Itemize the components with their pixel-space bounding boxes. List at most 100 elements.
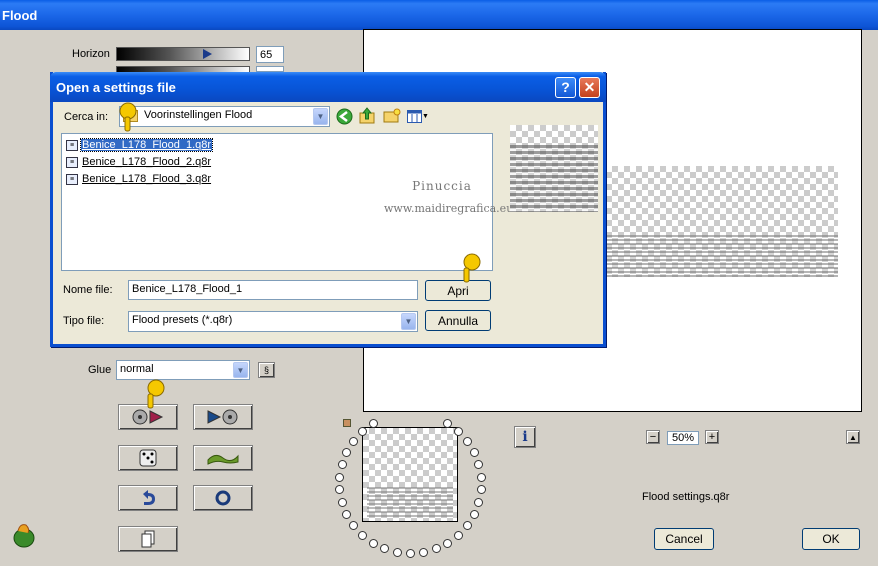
up-folder-icon[interactable]	[359, 107, 376, 125]
light-direction-dot[interactable]	[477, 485, 486, 494]
light-direction-dot[interactable]	[369, 419, 378, 428]
light-direction-dot[interactable]	[358, 427, 367, 436]
save-preset-button[interactable]	[193, 404, 253, 430]
look-in-value: Voorinstellingen Flood	[144, 109, 253, 121]
info-icon: i	[522, 429, 528, 445]
glue-select[interactable]: normal ▼	[116, 360, 250, 380]
zoom-out-button[interactable]: −	[646, 430, 660, 444]
flaming-pear-logo-icon	[13, 524, 35, 548]
chevron-down-icon[interactable]: ▼	[233, 362, 248, 378]
look-in-select[interactable]: Voorinstellingen Flood ▼	[119, 106, 330, 127]
file-item[interactable]: ≡ Benice_L178_Flood_3.q8r	[66, 172, 212, 186]
filename-label: Nome file:	[63, 284, 113, 296]
chevron-down-icon[interactable]: ▼	[401, 313, 416, 330]
zoom-in-button[interactable]: +	[705, 430, 719, 444]
light-direction-dot[interactable]	[369, 539, 378, 548]
glue-select-value: normal	[120, 363, 154, 375]
ok-button[interactable]: OK	[802, 528, 860, 550]
file-preview-thumbnail	[510, 125, 598, 212]
question-icon: ?	[561, 79, 570, 95]
file-list[interactable]: ≡ Benice_L178_Flood_1.q8r ≡ Benice_L178_…	[61, 133, 514, 271]
file-item[interactable]: ≡ Benice_L178_Flood_1.q8r	[66, 138, 214, 152]
light-direction-dot[interactable]	[349, 521, 358, 530]
new-folder-icon[interactable]	[383, 108, 401, 124]
back-icon[interactable]	[336, 108, 353, 125]
settings-file-label: Flood settings.q8r	[642, 491, 730, 503]
light-direction-dot[interactable]	[474, 460, 483, 469]
caret-down-icon: ▼	[422, 112, 429, 120]
filetype-value: Flood presets (*.q8r)	[132, 314, 233, 326]
undo-button[interactable]	[118, 485, 178, 511]
zoom-level: 50%	[667, 431, 699, 445]
watermark-url: www.maidiregrafica.eu	[384, 202, 514, 215]
dialog-titlebar: Open a settings file ? ✕	[50, 72, 606, 102]
caret-up-icon: ▲	[849, 432, 857, 442]
randomize-button[interactable]	[118, 445, 178, 471]
light-direction-dot[interactable]	[419, 548, 428, 557]
light-direction-dot[interactable]	[342, 510, 351, 519]
light-direction-dot[interactable]	[380, 544, 389, 553]
horizon-slider-thumb[interactable]	[203, 49, 212, 59]
file-icon: ≡	[66, 139, 78, 151]
light-direction-dot[interactable]	[335, 473, 344, 482]
info-button[interactable]: i	[514, 426, 536, 448]
help-button[interactable]: ?	[555, 77, 576, 98]
file-name: Benice_L178_Flood_2.q8r	[82, 156, 212, 168]
dialog-cancel-button[interactable]: Annulla	[425, 310, 491, 331]
filename-input[interactable]: Benice_L178_Flood_1	[128, 280, 418, 300]
nav-corner-handle[interactable]	[343, 419, 351, 427]
navigator-preview[interactable]	[362, 427, 458, 522]
pointing-hand-icon	[463, 253, 481, 283]
file-icon: ≡	[66, 156, 78, 168]
minus-icon: −	[649, 431, 657, 443]
thumbnail-flood	[510, 145, 598, 212]
file-item[interactable]: ≡ Benice_L178_Flood_2.q8r	[66, 155, 212, 169]
light-direction-dot[interactable]	[477, 473, 486, 482]
cancel-button[interactable]: Cancel	[654, 528, 714, 550]
horizon-slider[interactable]	[116, 47, 250, 61]
light-direction-dot[interactable]	[349, 437, 358, 446]
close-icon: ✕	[583, 79, 596, 95]
preview-flood-reflection	[606, 235, 838, 277]
pointing-hand-icon	[147, 379, 165, 409]
light-direction-dot[interactable]	[470, 510, 479, 519]
filetype-select[interactable]: Flood presets (*.q8r) ▼	[128, 311, 418, 332]
light-direction-dot[interactable]	[338, 460, 347, 469]
undo-icon	[143, 490, 155, 505]
chevron-down-icon[interactable]: ▼	[313, 108, 328, 125]
light-direction-dot[interactable]	[463, 521, 472, 530]
light-direction-dot[interactable]	[342, 448, 351, 457]
ring-icon	[215, 490, 231, 506]
watermark-name: Pinuccia	[412, 179, 472, 193]
wave-icon	[207, 454, 239, 465]
pointing-hand-icon	[119, 102, 137, 132]
file-name: Benice_L178_Flood_1.q8r	[79, 138, 214, 152]
light-direction-dot[interactable]	[338, 498, 347, 507]
light-direction-dot[interactable]	[443, 419, 452, 428]
expand-button[interactable]: ▲	[846, 430, 860, 444]
light-direction-dot[interactable]	[358, 531, 367, 540]
glue-label: Glue	[88, 364, 112, 376]
light-direction-dot[interactable]	[335, 485, 344, 494]
light-direction-dot[interactable]	[393, 548, 402, 557]
reset-button[interactable]	[193, 485, 253, 511]
light-direction-dot[interactable]	[432, 544, 441, 553]
light-direction-dot[interactable]	[463, 437, 472, 446]
light-direction-dot[interactable]	[406, 549, 415, 558]
horizon-value-field[interactable]: 65	[256, 46, 284, 63]
close-button[interactable]: ✕	[579, 77, 600, 98]
film-reel-play-icon	[132, 409, 164, 425]
view-menu-button[interactable]: ▼	[407, 108, 431, 124]
wave-button[interactable]	[193, 445, 253, 471]
light-direction-dot[interactable]	[454, 427, 463, 436]
light-direction-dot[interactable]	[474, 498, 483, 507]
view-grid-icon	[407, 109, 422, 123]
play-film-reel-icon	[207, 409, 238, 425]
file-name: Benice_L178_Flood_3.q8r	[82, 173, 212, 185]
file-icon: ≡	[66, 173, 78, 185]
light-direction-dot[interactable]	[454, 531, 463, 540]
copy-button[interactable]	[118, 526, 178, 552]
light-direction-dot[interactable]	[443, 539, 452, 548]
light-direction-dot[interactable]	[470, 448, 479, 457]
glue-link-button[interactable]: §	[258, 362, 275, 378]
